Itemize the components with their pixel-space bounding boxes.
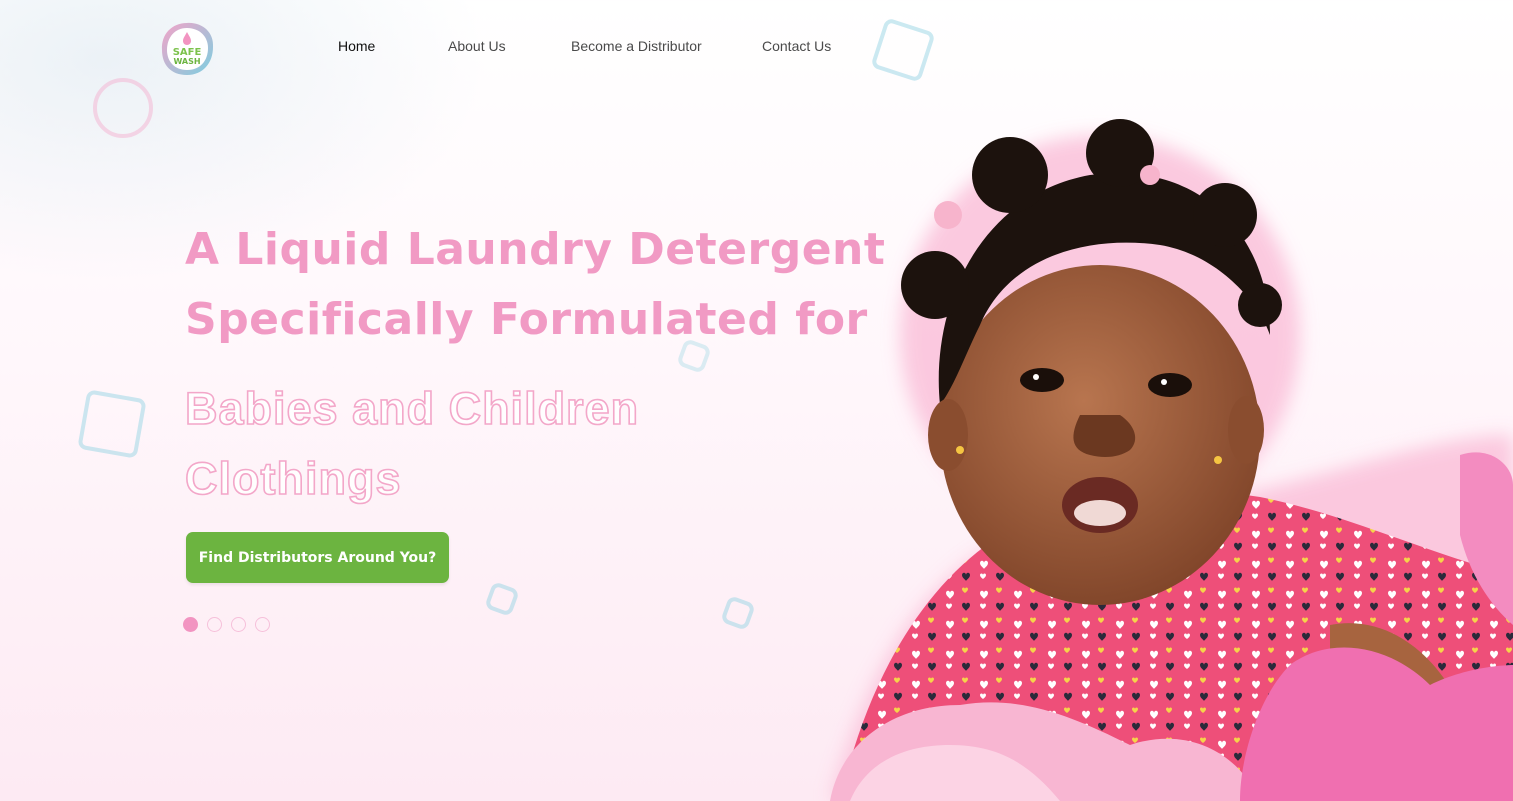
nav-contact-us[interactable]: Contact Us [762,38,831,54]
slider-dot-2[interactable] [207,617,222,632]
slider-dot-4[interactable] [255,617,270,632]
logo-text-bottom: WASH [173,57,200,66]
decorative-ring [93,78,153,138]
find-distributors-button[interactable]: Find Distributors Around You? [186,532,449,583]
decorative-square [870,17,936,83]
decorative-square [77,389,147,459]
nav-home[interactable]: Home [338,38,375,54]
slider-dot-3[interactable] [231,617,246,632]
hero-headline-line2: Specifically Formulated for [185,294,868,345]
hero-outline-line1: Babies and Children [184,382,640,435]
hero-baby-image [770,105,1513,801]
nav-become-distributor[interactable]: Become a Distributor [571,38,702,54]
decorative-square [484,581,520,617]
slider-dot-1[interactable] [183,617,198,632]
decorative-square [720,595,756,631]
nav-about-us[interactable]: About Us [448,38,506,54]
hero-outline-line2: Clothings [184,452,402,505]
safe-wash-logo[interactable]: SAFE WASH [158,20,216,78]
